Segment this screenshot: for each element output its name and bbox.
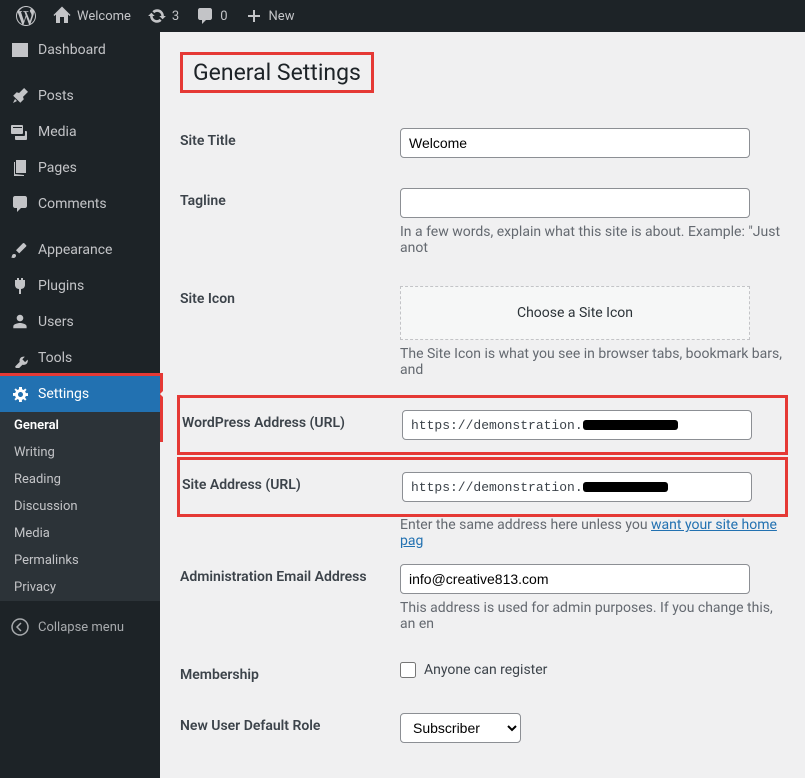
- sidebar-label: Comments: [38, 196, 107, 212]
- sidebar-item-plugins[interactable]: Plugins: [0, 268, 160, 304]
- sidebar-label: Settings: [38, 386, 89, 402]
- admin-email-row: Administration Email Address This addres…: [180, 549, 785, 647]
- sidebar-label: Appearance: [38, 242, 112, 258]
- wp-url-row: WordPress Address (URL) https://demonstr…: [182, 400, 783, 450]
- sidebar-item-users[interactable]: Users: [0, 304, 160, 340]
- sidebar-label: Tools: [38, 350, 72, 366]
- site-url-highlight: Site Address (URL) https://demonstration…: [177, 457, 788, 517]
- collapse-label: Collapse menu: [38, 620, 124, 635]
- pin-icon: [10, 86, 30, 106]
- sidebar-item-pages[interactable]: Pages: [0, 150, 160, 186]
- default-role-select[interactable]: Subscriber: [400, 713, 521, 743]
- settings-icon: [10, 384, 30, 404]
- admin-toolbar: Welcome 3 0 New: [0, 0, 805, 32]
- sidebar-item-media[interactable]: Media: [0, 114, 160, 150]
- admin-sidebar: Dashboard Posts Media Pages Comments App…: [0, 32, 160, 778]
- submenu-item-general[interactable]: General: [0, 412, 160, 439]
- site-title-label: Site Title: [180, 128, 400, 149]
- new-link[interactable]: New: [236, 6, 303, 26]
- redacted-text: [583, 420, 678, 430]
- wp-url-label: WordPress Address (URL): [182, 410, 402, 431]
- home-icon: [52, 6, 72, 26]
- submenu-item-media[interactable]: Media: [0, 520, 160, 547]
- sidebar-item-posts[interactable]: Posts: [0, 78, 160, 114]
- tagline-description: In a few words, explain what this site i…: [400, 224, 785, 256]
- plugin-icon: [10, 276, 30, 296]
- sidebar-label: Dashboard: [38, 42, 106, 58]
- admin-email-description: This address is used for admin purposes.…: [400, 600, 785, 632]
- sidebar-item-comments[interactable]: Comments: [0, 186, 160, 222]
- tagline-input[interactable]: [400, 188, 750, 218]
- membership-checkbox[interactable]: [400, 662, 416, 678]
- settings-submenu: General: [0, 412, 160, 439]
- sidebar-item-appearance[interactable]: Appearance: [0, 232, 160, 268]
- users-icon: [10, 312, 30, 332]
- default-role-label: New User Default Role: [180, 713, 400, 734]
- sidebar-item-settings[interactable]: Settings: [0, 376, 160, 412]
- comments-icon: [10, 194, 30, 214]
- site-icon-row: Site Icon Choose a Site Icon The Site Ic…: [180, 271, 785, 393]
- submenu-item-writing[interactable]: Writing: [0, 439, 160, 466]
- sidebar-label: Pages: [38, 160, 77, 176]
- sidebar-item-tools[interactable]: Tools: [0, 340, 160, 376]
- collapse-icon: [10, 617, 30, 637]
- sidebar-label: Media: [38, 124, 77, 140]
- submenu-item-permalinks[interactable]: Permalinks: [0, 547, 160, 574]
- sidebar-label: Users: [38, 314, 74, 330]
- dashboard-icon: [10, 40, 30, 60]
- media-icon: [10, 122, 30, 142]
- tools-icon: [10, 348, 30, 368]
- comments-icon: [195, 6, 215, 26]
- site-link[interactable]: Welcome: [44, 6, 139, 26]
- submenu-item-discussion[interactable]: Discussion: [0, 493, 160, 520]
- tagline-row: Tagline In a few words, explain what thi…: [180, 173, 785, 271]
- comments-link[interactable]: 0: [187, 6, 235, 26]
- update-icon: [147, 6, 167, 26]
- wp-url-highlight: WordPress Address (URL) https://demonstr…: [177, 395, 788, 455]
- site-title-row: Site Title: [180, 113, 785, 173]
- comments-count: 0: [220, 9, 227, 24]
- submenu-item-privacy[interactable]: Privacy: [0, 574, 160, 601]
- site-icon-description: The Site Icon is what you see in browser…: [400, 346, 785, 378]
- updates-count: 3: [172, 9, 179, 24]
- choose-icon-button[interactable]: Choose a Site Icon: [400, 286, 750, 340]
- membership-row: Membership Anyone can register: [180, 647, 785, 698]
- redacted-text: [583, 482, 668, 492]
- site-url-row: Site Address (URL) https://demonstration…: [182, 462, 783, 512]
- collapse-menu[interactable]: Collapse menu: [0, 609, 160, 645]
- site-url-input[interactable]: https://demonstration.: [402, 472, 752, 502]
- wp-url-input[interactable]: https://demonstration.: [402, 410, 752, 440]
- sidebar-label: Posts: [38, 88, 74, 104]
- submenu-item-reading[interactable]: Reading: [0, 466, 160, 493]
- main-content: General Settings Site Title Tagline In a…: [160, 32, 805, 778]
- settings-submenu-rest: Writing Reading Discussion Media Permali…: [0, 439, 160, 601]
- tagline-label: Tagline: [180, 188, 400, 209]
- membership-check-label[interactable]: Anyone can register: [424, 662, 547, 678]
- updates-link[interactable]: 3: [139, 6, 187, 26]
- new-label: New: [269, 9, 295, 24]
- default-role-row: New User Default Role Subscriber: [180, 698, 785, 758]
- plus-icon: [244, 6, 264, 26]
- membership-label: Membership: [180, 662, 400, 683]
- sidebar-item-dashboard[interactable]: Dashboard: [0, 32, 160, 68]
- wordpress-icon: [16, 6, 36, 26]
- site-url-label: Site Address (URL): [182, 472, 402, 493]
- site-url-description: Enter the same address here unless you w…: [400, 517, 785, 549]
- admin-email-label: Administration Email Address: [180, 564, 400, 585]
- site-name: Welcome: [77, 9, 131, 24]
- wp-logo[interactable]: [8, 6, 44, 26]
- site-icon-label: Site Icon: [180, 286, 400, 307]
- page-title: General Settings: [180, 52, 374, 93]
- site-title-input[interactable]: [400, 128, 750, 158]
- brush-icon: [10, 240, 30, 260]
- admin-email-input[interactable]: [400, 564, 750, 594]
- sidebar-label: Plugins: [38, 278, 84, 294]
- pages-icon: [10, 158, 30, 178]
